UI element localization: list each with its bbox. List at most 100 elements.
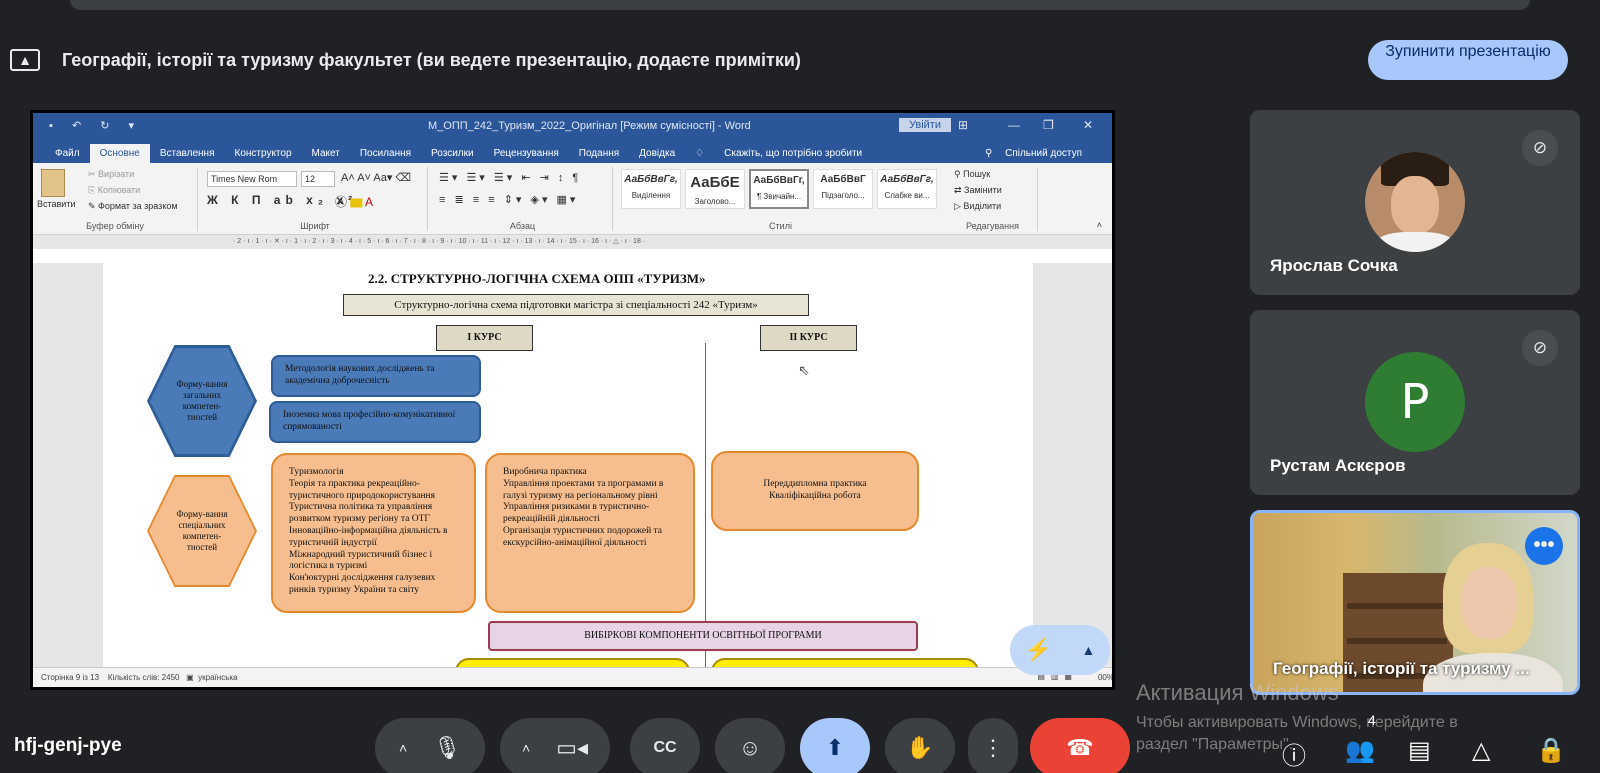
avatar: P	[1365, 352, 1465, 452]
tab-home[interactable]: Основне	[89, 144, 150, 163]
hand-icon: ✋	[906, 735, 934, 760]
find-label: Пошук	[963, 169, 991, 179]
participant-name: Ярослав Сочка	[1270, 256, 1398, 275]
document-area: 2.2. СТРУКТУРНО-ЛОГІЧНА СХЕМА ОПП «ТУРИЗ…	[33, 263, 1112, 673]
style-subtitle[interactable]: АаБбВвГ Підзаголо...	[813, 169, 873, 209]
emoji-button[interactable]: ☺	[715, 718, 785, 773]
shared-screen: ▪ ↶ ↻ ▾ М_ОПП_242_Туризм_2022_Оригінал […	[30, 110, 1115, 690]
page-count: Сторінка 9 із 13	[41, 673, 100, 682]
chevron-up-icon[interactable]: ˄	[399, 740, 407, 756]
tab-mailings[interactable]: Розсилки	[421, 144, 484, 163]
style-gallery: АаБбВвГг, Виділення АаБбЕ Заголово... АаБб…	[621, 169, 937, 209]
avatar	[1365, 152, 1465, 252]
raise-hand-button[interactable]: ✋	[885, 718, 955, 773]
ribbon-display-icon[interactable]: ⊞	[958, 118, 968, 132]
tab-design[interactable]: Конструктор	[225, 144, 302, 163]
mic-off-icon: ⊘	[1522, 130, 1558, 166]
participant-tile-3[interactable]: ••• Географії, історії та туризму ...	[1250, 510, 1580, 695]
participant-tile-2[interactable]: ⊘ P Рустам Аскєров	[1250, 310, 1580, 495]
paragraph-group: ☰▾ ☰▾ ☰▾ ⇤ ⇥ ↕ ¶ ≡ ≣ ≡ ≡ ⇕▾ ◈▾ ▦▾ Абзац	[433, 167, 613, 231]
stop-presenting-button[interactable]: Зупинити презентацію	[1368, 40, 1568, 80]
select-label: Виділити	[963, 201, 1002, 211]
hex-general-text: Форму-вання загальних компетен-тностей	[176, 379, 228, 422]
font-size-select[interactable]: 12	[301, 171, 335, 187]
participant-name: Географії, історії та туризму ...	[1273, 659, 1530, 678]
share-button[interactable]: ⚲ Спільний доступ	[975, 144, 1102, 163]
copy-label: Копіювати	[97, 185, 141, 195]
tab-view[interactable]: Подання	[569, 144, 629, 163]
tell-me-input[interactable]: Скажіть, що потрібно зробити	[714, 144, 872, 163]
activation-line1: Чтобы активировать Windows, перейдите в	[1136, 714, 1458, 731]
expand-up-icon[interactable]: ▲	[1081, 642, 1095, 658]
restore-icon[interactable]: ❐	[1043, 118, 1054, 132]
editing-group-label: Редагування	[966, 221, 1019, 231]
leave-call-button[interactable]: ☎	[1030, 718, 1130, 773]
font-name-select[interactable]: Times New Rom	[207, 171, 297, 187]
tab-insert[interactable]: Вставлення	[150, 144, 225, 163]
camera-icon[interactable]: ▭◂	[556, 735, 588, 761]
document-page: 2.2. СТРУКТУРНО-ЛОГІЧНА СХЕМА ОПП «ТУРИЗ…	[103, 263, 1033, 673]
font-size-buttons[interactable]: A˄ A˅ Aa▾ ⌫	[341, 171, 411, 184]
align-buttons[interactable]: ≡ ≣ ≡ ≡ ⇕▾ ◈▾ ▦▾	[439, 193, 578, 206]
style-normal[interactable]: АаБбВвГг, ¶ Звичайн...	[749, 169, 809, 209]
list-buttons[interactable]: ☰▾ ☰▾ ☰▾ ⇤ ⇥ ↕ ¶	[439, 171, 581, 184]
more-vert-icon: ⋮	[982, 735, 1004, 760]
course-box-foreign-language: Іноземна мова професійно-комунікативної …	[269, 401, 481, 443]
style-label: Підзаголо...	[821, 191, 865, 200]
floating-control[interactable]: ⚡ ▲	[1010, 625, 1110, 675]
proofing-icon[interactable]: ▣	[186, 673, 194, 682]
font-color-buttons[interactable]: Ⓐ ▆ A	[335, 193, 373, 210]
chat-icon[interactable]: ▤	[1408, 736, 1431, 765]
people-icon[interactable]: 👥	[1345, 736, 1375, 765]
style-subtle[interactable]: АаБбВвГг, Слабке ви...	[877, 169, 937, 209]
mic-control[interactable]: ˄ 🎙	[375, 718, 485, 773]
captions-button[interactable]: CC	[630, 718, 700, 773]
clipboard-group-label: Буфер обміну	[86, 221, 144, 231]
camera-control[interactable]: ˄ ▭◂	[500, 718, 610, 773]
zoom-level[interactable]: 00%	[1098, 673, 1112, 682]
minimize-icon[interactable]: —	[1008, 118, 1020, 132]
mic-icon[interactable]: 🎙	[433, 735, 461, 761]
clipboard-group: Вставити ✂ Вирізати ⎘ Копіювати ✎ Формат…	[33, 167, 198, 231]
emoji-icon: ☺	[738, 735, 762, 760]
participant-tile-1[interactable]: ⊘ Ярослав Сочка	[1250, 110, 1580, 295]
lightning-icon[interactable]: ⚡	[1025, 637, 1052, 663]
tab-review[interactable]: Рецензування	[484, 144, 569, 163]
close-icon[interactable]: ✕	[1083, 118, 1093, 132]
tab-layout[interactable]: Макет	[302, 144, 350, 163]
styles-group-label: Стилі	[769, 221, 792, 231]
present-button[interactable]: ⬆	[800, 718, 870, 773]
tab-references[interactable]: Посилання	[350, 144, 421, 163]
cut-button[interactable]: ✂ Вирізати	[88, 169, 134, 180]
signin-button[interactable]: Увійти	[899, 118, 951, 132]
select-button[interactable]: ▷ Виділити	[954, 201, 1001, 212]
style-preview: АаБбВвГг,	[624, 174, 678, 185]
info-icon[interactable]: ⓘ	[1282, 736, 1306, 771]
collapse-ribbon-icon[interactable]: ˄	[1097, 220, 1102, 230]
tab-file[interactable]: Файл	[45, 144, 90, 163]
paste-button[interactable]: Вставити	[37, 199, 76, 209]
paste-icon[interactable]	[41, 169, 65, 197]
word-titlebar: ▪ ↶ ↻ ▾ М_ОПП_242_Туризм_2022_Оригінал […	[33, 113, 1112, 139]
more-options-icon[interactable]: •••	[1525, 527, 1563, 565]
activation-title: Активация Windows	[1136, 680, 1339, 705]
tab-help[interactable]: Довідка	[629, 144, 685, 163]
style-label: ¶ Звичайн...	[756, 192, 802, 201]
schema-subheading: Структурно-логічна схема підготовки магі…	[343, 294, 809, 316]
replace-button[interactable]: ⇄ Замінити	[954, 185, 1002, 196]
find-button[interactable]: ⚲ Пошук	[954, 169, 990, 180]
host-controls-icon[interactable]: 🔒	[1536, 736, 1566, 765]
cut-label: Вирізати	[98, 169, 135, 179]
course-1-label: І КУРС	[436, 325, 533, 351]
copy-button[interactable]: ⎘ Копіювати	[88, 185, 140, 196]
course-box-tourism-core: Туризмологія Теорія та практика рекреаці…	[271, 453, 476, 613]
style-preview: АаБбВвГ	[820, 174, 866, 185]
paragraph-group-label: Абзац	[509, 221, 536, 231]
style-emphasis[interactable]: АаБбВвГг, Виділення	[621, 169, 681, 209]
quick-access-icons[interactable]: ▪ ↶ ↻ ▾	[49, 119, 142, 132]
chevron-up-icon[interactable]: ˄	[522, 740, 530, 756]
activities-icon[interactable]: △	[1472, 736, 1490, 765]
style-heading[interactable]: АаБбЕ Заголово...	[685, 169, 745, 209]
more-options-button[interactable]: ⋮	[968, 718, 1018, 773]
format-painter-button[interactable]: ✎ Формат за зразком	[88, 201, 178, 212]
